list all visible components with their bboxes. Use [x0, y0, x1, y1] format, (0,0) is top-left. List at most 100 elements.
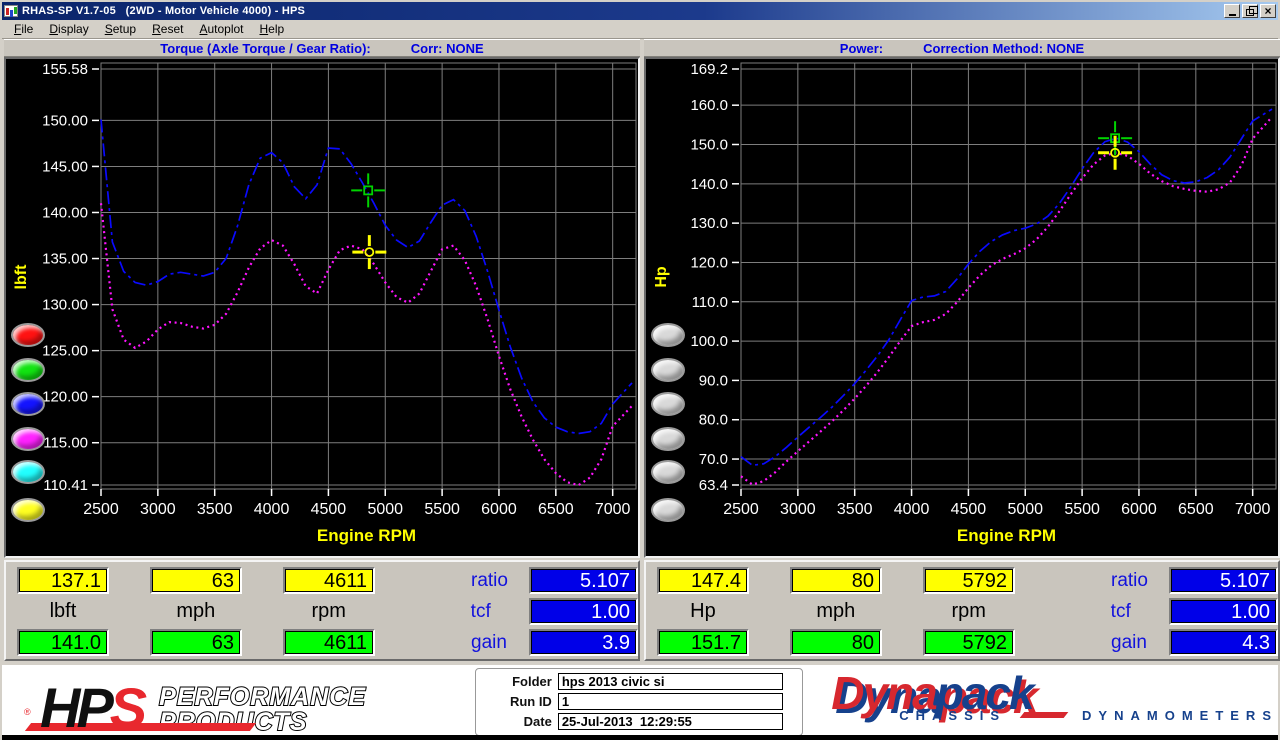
curve-power-magenta-dotted: [740, 116, 1273, 486]
y-tick-label: 110.0: [692, 294, 728, 311]
torque-chart[interactable]: 155.58 150.00 145.00 140.00 135.00 130.00 125.…: [6, 59, 638, 556]
plot-color-button-green[interactable]: [11, 358, 45, 382]
y-tick-label: 160.0: [690, 97, 728, 114]
x-tick-label: 3000: [140, 501, 176, 518]
power-peak-rpm: 5792: [925, 631, 1013, 654]
readout-strip: 137.1 63 4611 ratio 5.107 lbft mph rpm t…: [2, 558, 1280, 663]
x-tick-label: 6000: [481, 501, 517, 518]
plot-button-5[interactable]: [651, 460, 685, 484]
torque-readout-panel: 137.1 63 4611 ratio 5.107 lbft mph rpm t…: [4, 560, 640, 661]
minimize-button[interactable]: [1224, 4, 1240, 18]
y-tick-label: 145.00: [42, 158, 88, 175]
run-id-row: Run ID: [482, 693, 796, 710]
hps-wordmark: HPS ®: [24, 679, 257, 735]
torque-panel: Torque (Axle Torque / Gear Ratio): Corr:…: [4, 39, 640, 558]
restore-icon: [1246, 5, 1258, 16]
plot-button-6[interactable]: [651, 498, 685, 522]
menu-item-file[interactable]: File: [6, 20, 41, 38]
dynapack-chassis-label: CHASSIS: [899, 708, 1007, 723]
torque-cursor-rpm: 4611: [285, 569, 373, 592]
menu-item-autoplot[interactable]: Autoplot: [191, 20, 251, 38]
restore-button[interactable]: [1242, 4, 1258, 18]
y-tick-label: 140.00: [42, 204, 88, 221]
date-input[interactable]: [557, 713, 783, 730]
plot-color-button-cyan[interactable]: [11, 460, 45, 484]
run-id-input[interactable]: [557, 693, 783, 710]
x-tick-label: 6500: [1178, 501, 1214, 518]
plot-color-button-red[interactable]: [11, 323, 45, 347]
ratio-label: ratio: [471, 569, 508, 591]
menu-item-reset[interactable]: Reset: [144, 20, 191, 38]
power-chart-header: Power: Correction Method: NONE: [644, 39, 1280, 57]
x-axis-label: Engine RPM: [317, 526, 416, 545]
folder-input[interactable]: [557, 673, 783, 690]
power-correction-label: Correction Method: NONE: [923, 40, 1085, 56]
menu-item-help[interactable]: Help: [252, 20, 293, 38]
power-peak-value: 151.7: [659, 631, 747, 654]
ratio-value: 5.107: [531, 569, 637, 592]
plot-button-3[interactable]: [651, 392, 685, 416]
y-tick-label: 115.00: [43, 435, 88, 452]
power-cursor-mph: 80: [792, 569, 880, 592]
date-row: Date: [482, 713, 796, 730]
gain-label: gain: [1111, 631, 1147, 653]
torque-unit-label: lbft: [49, 600, 77, 622]
y-tick-label: 90.0: [699, 372, 728, 389]
x-tick-label: 5000: [1007, 501, 1043, 518]
plot-color-button-blue[interactable]: [11, 392, 45, 416]
y-tick-label: 80.0: [699, 412, 728, 429]
title-bar: RHAS-SP V1.7-05 (2WD - Motor Vehicle 400…: [2, 2, 1278, 20]
power-chart-title: Power:: [839, 40, 884, 56]
power-cursor-value: 147.4: [659, 569, 747, 592]
power-chart[interactable]: 169.2 160.0 150.0 140.0 130.0 120.0 110.0 100.0…: [646, 59, 1278, 556]
plot-color-button-yellow[interactable]: [11, 498, 45, 522]
power-cursor-rpm: 5792: [925, 569, 1013, 592]
power-chart-area: 169.2 160.0 150.0 140.0 130.0 120.0 110.0 100.0…: [644, 57, 1280, 558]
menu-item-display[interactable]: Display: [41, 20, 96, 38]
x-tick-label: 4000: [254, 501, 290, 518]
y-tick-label: 63.4: [699, 477, 728, 494]
hps-letters-hp: HP: [40, 675, 114, 739]
plot-button-2[interactable]: [651, 358, 685, 382]
torque-correction-label: Corr: NONE: [410, 40, 484, 56]
power-unit-label: Hp: [690, 600, 716, 622]
close-button[interactable]: ×: [1260, 4, 1276, 18]
power-units-row: Hp mph rpm tcf 1.00: [646, 596, 1279, 627]
power-cursor-row: 147.4 80 5792 ratio 5.107: [646, 565, 1279, 596]
folder-label: Folder: [512, 674, 552, 689]
menu-item-setup[interactable]: Setup: [97, 20, 144, 38]
registered-mark: ®: [24, 706, 31, 717]
gain-value: 4.3: [1171, 631, 1277, 654]
x-tick-label: 7000: [1235, 501, 1271, 518]
y-tick-label: 70.0: [699, 451, 728, 468]
y-tick-label: 155.58: [42, 61, 88, 78]
tcf-value: 1.00: [1171, 600, 1277, 623]
y-tick-label: 169.2: [690, 61, 728, 78]
plot-button-4[interactable]: [651, 427, 685, 451]
plot-color-button-magenta[interactable]: [11, 427, 45, 451]
y-axis-unit-label: Hp: [653, 266, 670, 288]
torque-cursor-row: 137.1 63 4611 ratio 5.107: [6, 565, 639, 596]
x-tick-label: 4500: [311, 501, 347, 518]
x-tick-label: 7000: [595, 501, 631, 518]
tcf-label: tcf: [1110, 600, 1131, 622]
torque-cursor-mph: 63: [152, 569, 240, 592]
power-panel: Power: Correction Method: NONE 169.2 160.…: [644, 39, 1280, 558]
gain-label: gain: [471, 631, 507, 653]
ratio-value: 5.107: [1171, 569, 1277, 592]
date-label: Date: [523, 714, 552, 729]
power-readout-panel: 147.4 80 5792 ratio 5.107 Hp mph rpm tcf…: [644, 560, 1280, 661]
dynapack-tagline: CHASSIS DYNAMOMETERS: [899, 708, 1278, 723]
torque-chart-title: Torque (Axle Torque / Gear Ratio):: [160, 40, 371, 56]
app-icon: [4, 5, 18, 17]
minimize-icon: [1228, 13, 1236, 16]
plot-button-1[interactable]: [651, 323, 685, 347]
y-tick-label: 150.0: [690, 136, 728, 153]
power-peak-mph: 80: [792, 631, 880, 654]
tcf-label: tcf: [470, 600, 491, 622]
ratio-label: ratio: [1111, 569, 1148, 591]
footer: HPS ® PERFORMANCE PRODUCTS Folder Run ID…: [2, 663, 1278, 740]
torque-peak-rpm: 4611: [285, 631, 373, 654]
hps-logo: HPS ® PERFORMANCE PRODUCTS: [2, 665, 475, 740]
hps-letter-s: S: [109, 675, 147, 739]
